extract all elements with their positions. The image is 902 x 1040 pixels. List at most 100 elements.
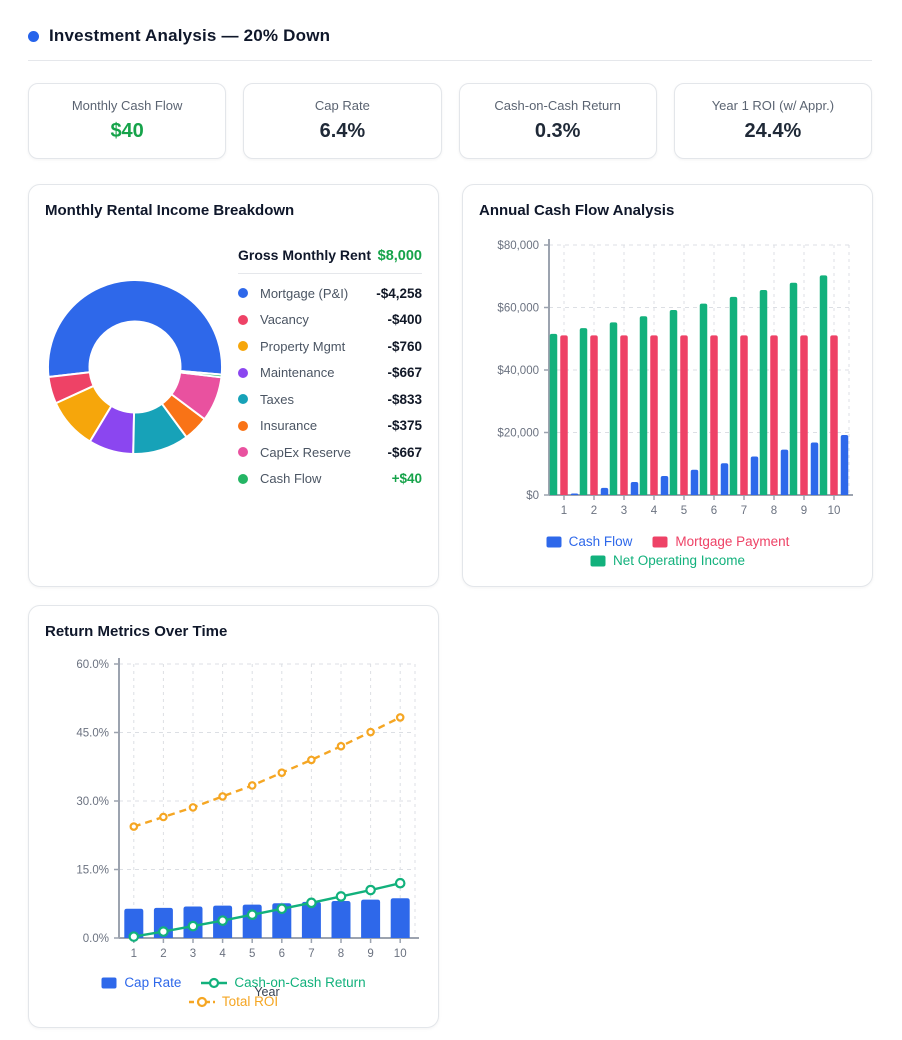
series-color-dot-icon (238, 315, 248, 325)
svg-text:7: 7 (308, 948, 314, 960)
legend-item-label: Cap Rate (124, 975, 181, 990)
legend-item[interactable]: Cap Rate (101, 975, 181, 990)
legend-item[interactable]: Mortgage Payment (652, 534, 789, 549)
point-marker (278, 905, 286, 913)
svg-text:6: 6 (711, 505, 717, 517)
bar (571, 494, 579, 496)
breakdown-row-value: -$667 (387, 365, 422, 380)
svg-text:4: 4 (219, 948, 226, 960)
bar (670, 310, 678, 495)
legend-item[interactable]: Cash-on-Cash Return (201, 975, 365, 990)
svg-text:3: 3 (190, 948, 196, 960)
svg-text:45.0%: 45.0% (76, 728, 109, 740)
legend-item-label: Total ROI (222, 994, 278, 1009)
breakdown-row-value: +$40 (392, 471, 422, 486)
breakdown-row: Mortgage (P&I)-$4,258 (238, 280, 422, 307)
metric-value: $40 (37, 118, 217, 144)
point-marker (367, 729, 373, 735)
bar (830, 335, 838, 495)
svg-text:1: 1 (561, 505, 567, 517)
point-marker (397, 714, 403, 720)
cashflow-legend: Cash Flow Mortgage Payment Net Operating… (492, 532, 844, 570)
breakdown-row-value: -$4,258 (376, 286, 422, 301)
series-color-dot-icon (238, 474, 248, 484)
legend-marker-icon (590, 555, 606, 567)
svg-text:7: 7 (741, 505, 747, 517)
bar (580, 328, 588, 495)
svg-text:$60,000: $60,000 (497, 303, 539, 315)
panel-rental-breakdown: Monthly Rental Income Breakdown Gross Mo… (28, 184, 439, 587)
metric-label: Year 1 ROI (w/ Appr.) (683, 97, 863, 115)
breakdown-row-value: -$667 (387, 445, 422, 460)
panel-title: Return Metrics Over Time (45, 622, 422, 642)
point-marker (248, 911, 256, 919)
breakdown-row-value: -$760 (387, 339, 422, 354)
legend-item[interactable]: Total ROI (189, 994, 278, 1009)
bar (710, 335, 718, 495)
gross-rent-row: Gross Monthly Rent $8,000 (238, 247, 422, 274)
legend-item[interactable]: Cash Flow (546, 534, 633, 549)
accent-dot-icon (28, 31, 39, 42)
panel-return-metrics: Return Metrics Over Time 0.0%15.0%30.0%4… (28, 605, 439, 1028)
metric-label: Monthly Cash Flow (37, 97, 217, 115)
metric-card-cash-on-cash: Cash-on-Cash Return 0.3% (459, 83, 657, 159)
point-marker (189, 922, 197, 930)
metric-value: 0.3% (468, 118, 648, 144)
metric-card-monthly-cash-flow: Monthly Cash Flow $40 (28, 83, 226, 159)
bar (361, 900, 380, 938)
bar (800, 335, 808, 495)
bar (760, 290, 768, 495)
point-marker (190, 804, 196, 810)
metric-cards-row: Monthly Cash Flow $40 Cap Rate 6.4% Cash… (28, 83, 872, 159)
breakdown-row: Vacancy-$400 (238, 307, 422, 334)
point-marker (366, 886, 374, 894)
svg-text:$80,000: $80,000 (497, 240, 539, 252)
metric-value: 6.4% (252, 118, 432, 144)
svg-text:8: 8 (338, 948, 344, 960)
donut-chart (45, 277, 225, 462)
legend-marker-icon (189, 996, 215, 1008)
bar (590, 335, 598, 495)
svg-text:0.0%: 0.0% (83, 933, 109, 945)
svg-text:9: 9 (801, 505, 807, 517)
legend-item-label: Net Operating Income (613, 553, 745, 568)
breakdown-row-label: Vacancy (260, 312, 387, 327)
dashboard-page: Investment Analysis — 20% Down Monthly C… (0, 0, 902, 1040)
bar (601, 488, 609, 495)
bar (631, 482, 639, 495)
point-marker (160, 814, 166, 820)
point-marker (159, 927, 167, 935)
legend-item-label: Cash Flow (569, 534, 633, 549)
bar (730, 297, 738, 495)
breakdown-row-value: -$833 (387, 392, 422, 407)
breakdown-row-label: Insurance (260, 418, 387, 433)
breakdown-list: Mortgage (P&I)-$4,258Vacancy-$400Propert… (238, 280, 422, 492)
breakdown-row: Insurance-$375 (238, 413, 422, 440)
svg-text:6: 6 (279, 948, 285, 960)
legend-item[interactable]: Net Operating Income (590, 553, 745, 568)
metric-card-cap-rate: Cap Rate 6.4% (243, 83, 441, 159)
point-marker (131, 823, 137, 829)
bar (691, 470, 699, 495)
bar (640, 316, 648, 495)
svg-text:4: 4 (651, 505, 658, 517)
legend-marker-icon (652, 536, 668, 548)
legend-marker-icon (546, 536, 562, 548)
point-marker (308, 757, 314, 763)
bar (700, 304, 708, 495)
donut-slice (48, 280, 222, 377)
empty-cell (462, 605, 873, 1028)
bar (650, 335, 658, 495)
metric-value: 24.4% (683, 118, 863, 144)
svg-text:10: 10 (828, 505, 841, 517)
breakdown-row-value: -$375 (387, 418, 422, 433)
bar (610, 322, 618, 495)
svg-text:60.0%: 60.0% (76, 659, 109, 671)
svg-text:5: 5 (681, 505, 687, 517)
breakdown-row-label: Mortgage (P&I) (260, 286, 376, 301)
returns-chart: 0.0%15.0%30.0%45.0%60.0%12345678910 (45, 652, 422, 967)
breakdown-row-value: -$400 (387, 312, 422, 327)
bar (841, 435, 849, 495)
breakdown-legend: Gross Monthly Rent $8,000 Mortgage (P&I)… (238, 247, 422, 492)
svg-text:3: 3 (621, 505, 627, 517)
